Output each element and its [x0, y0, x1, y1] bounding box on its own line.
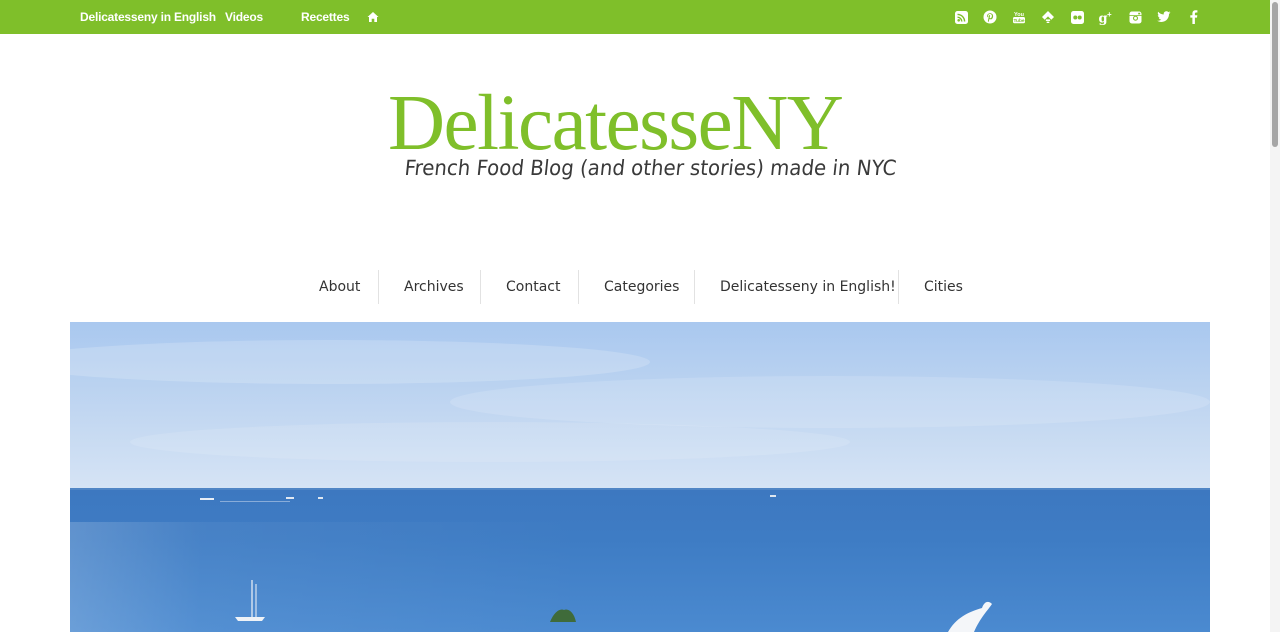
nav-item-contact[interactable]: Contact	[506, 270, 560, 304]
svg-text:+: +	[1107, 10, 1112, 19]
flickr-icon[interactable]	[1069, 9, 1085, 25]
top-bar: Delicatesseny in English Videos Recettes…	[0, 0, 1270, 34]
logo-title: DelicatesseNY	[388, 80, 844, 167]
instagram-icon[interactable]	[1127, 9, 1143, 25]
top-nav-english-link[interactable]: Delicatesseny in English	[80, 10, 216, 24]
rss-icon[interactable]	[953, 9, 969, 25]
nav-item-archives[interactable]: Archives	[404, 270, 464, 304]
nav-divider	[578, 270, 579, 304]
google-plus-icon[interactable]: g +	[1098, 9, 1114, 25]
pinterest-icon[interactable]	[982, 9, 998, 25]
nav-item-cities[interactable]: Cities	[924, 270, 963, 304]
nav-item-english[interactable]: Delicatesseny in English!	[720, 270, 896, 304]
nav-divider	[480, 270, 481, 304]
nav-divider	[898, 270, 899, 304]
youtube-icon[interactable]: You Tube	[1011, 9, 1027, 25]
nav-item-categories[interactable]: Categories	[604, 270, 679, 304]
nav-item-about[interactable]: About	[319, 270, 360, 304]
facebook-icon[interactable]	[1185, 9, 1201, 25]
scrollbar-thumb[interactable]	[1272, 2, 1278, 147]
site-logo[interactable]: DelicatesseNY French Food Blog (and othe…	[380, 80, 900, 200]
sea-view-photo[interactable]	[70, 322, 1210, 632]
svg-text:Tube: Tube	[1013, 18, 1024, 24]
nav-divider	[694, 270, 695, 304]
nav-divider	[378, 270, 379, 304]
top-nav-videos-link[interactable]: Videos	[225, 10, 263, 24]
twitter-icon[interactable]	[1156, 9, 1172, 25]
home-icon[interactable]	[367, 10, 379, 22]
feedly-icon[interactable]	[1040, 9, 1056, 25]
scrollbar[interactable]	[1270, 0, 1280, 632]
logo-tagline: French Food Blog (and other stories) mad…	[403, 156, 898, 180]
main-nav: About Archives Contact Categories Delica…	[0, 270, 1280, 304]
top-nav-recettes-link[interactable]: Recettes	[301, 10, 350, 24]
